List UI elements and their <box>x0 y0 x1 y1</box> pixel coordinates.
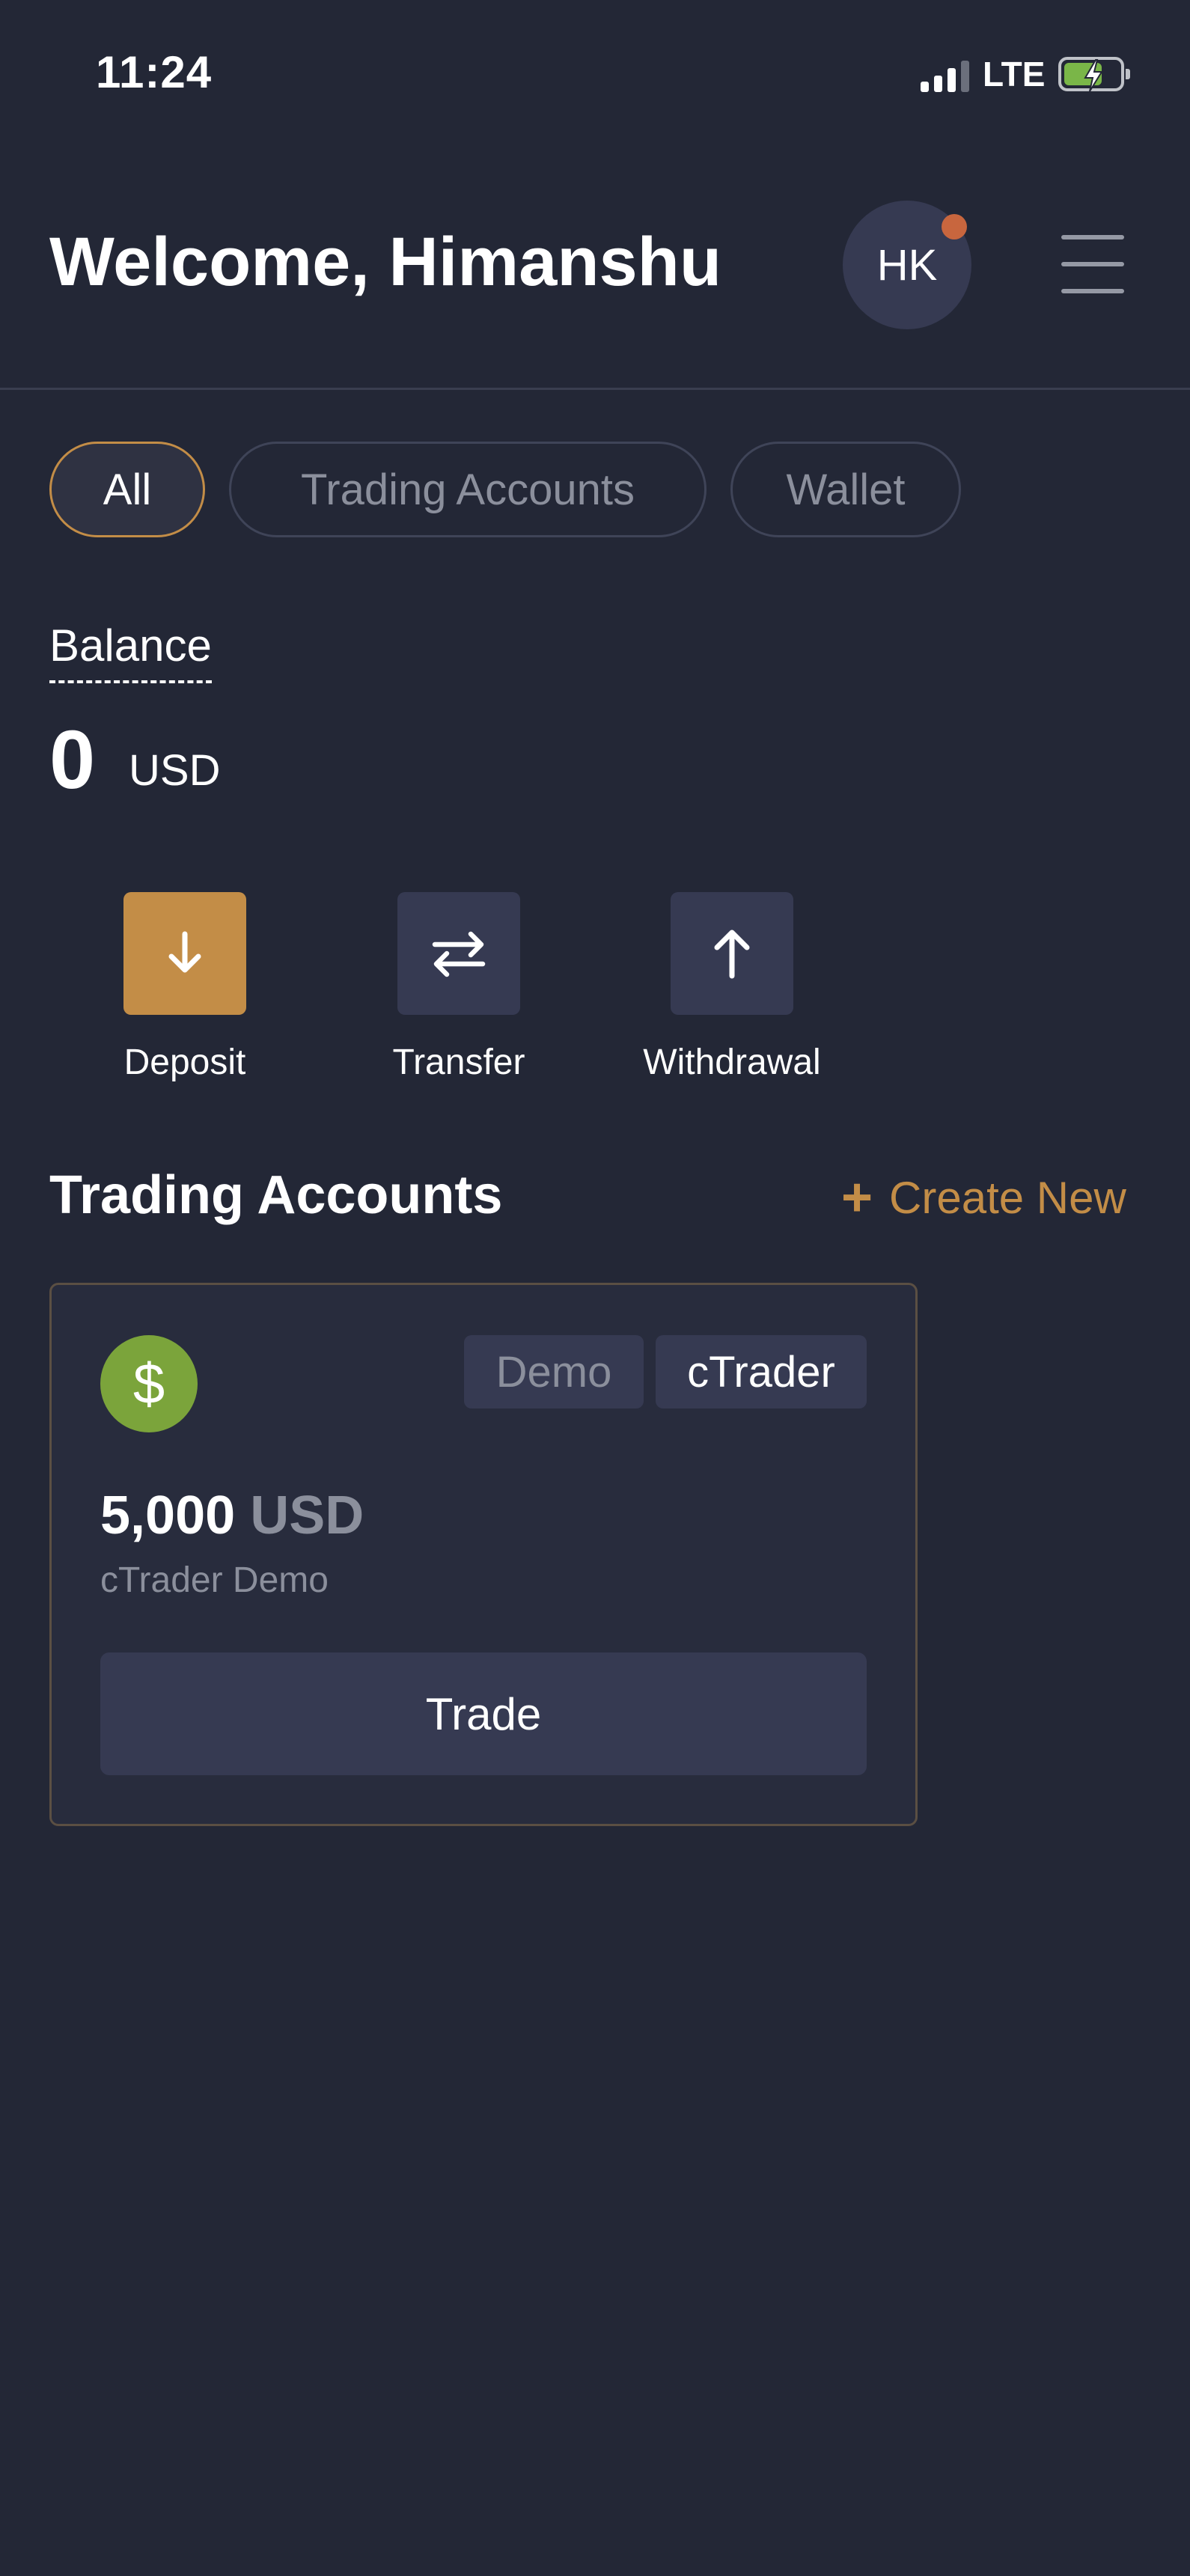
account-balance-value: 5,000 <box>100 1486 236 1545</box>
balance-value: 0 <box>49 714 96 806</box>
welcome-heading: Welcome, Himanshu <box>49 224 722 300</box>
account-balance: 5,000 USD <box>100 1485 364 1546</box>
create-new-label: Create New <box>889 1172 1126 1223</box>
withdrawal-button[interactable] <box>671 892 793 1015</box>
balance-currency: USD <box>129 746 221 795</box>
balance-label[interactable]: Balance <box>49 620 212 683</box>
create-new-button[interactable]: + Create New <box>841 1171 1126 1224</box>
account-balance-currency: USD <box>250 1486 364 1545</box>
deposit-label: Deposit <box>123 1043 246 1082</box>
tab-all[interactable]: All <box>49 442 205 537</box>
signal-icon <box>921 56 969 92</box>
network-label: LTE <box>983 55 1046 94</box>
dollar-icon: $ <box>100 1335 198 1432</box>
notification-dot <box>942 214 967 239</box>
battery-icon <box>1058 57 1131 92</box>
section-title: Trading Accounts <box>49 1165 503 1225</box>
transfer-label: Transfer <box>392 1043 525 1082</box>
account-name: cTrader Demo <box>100 1560 329 1600</box>
status-icons: LTE <box>921 54 1131 94</box>
plus-icon: + <box>841 1168 873 1227</box>
transfer-button[interactable] <box>397 892 520 1015</box>
status-time: 11:24 <box>96 47 213 97</box>
demo-badge: Demo <box>464 1335 644 1408</box>
avatar-initials: HK <box>876 240 938 290</box>
trade-button[interactable]: Trade <box>100 1652 867 1775</box>
arrow-down-icon <box>168 931 201 973</box>
tab-wallet[interactable]: Wallet <box>730 442 961 537</box>
hamburger-menu-icon[interactable] <box>1061 235 1124 295</box>
header-divider <box>0 388 1190 390</box>
arrow-up-icon <box>714 930 750 979</box>
platform-badge: cTrader <box>656 1335 867 1408</box>
withdrawal-label: Withdrawal <box>643 1043 821 1082</box>
transfer-arrows-icon <box>432 931 486 977</box>
tab-trading-accounts[interactable]: Trading Accounts <box>229 442 707 537</box>
deposit-button[interactable] <box>123 892 246 1015</box>
